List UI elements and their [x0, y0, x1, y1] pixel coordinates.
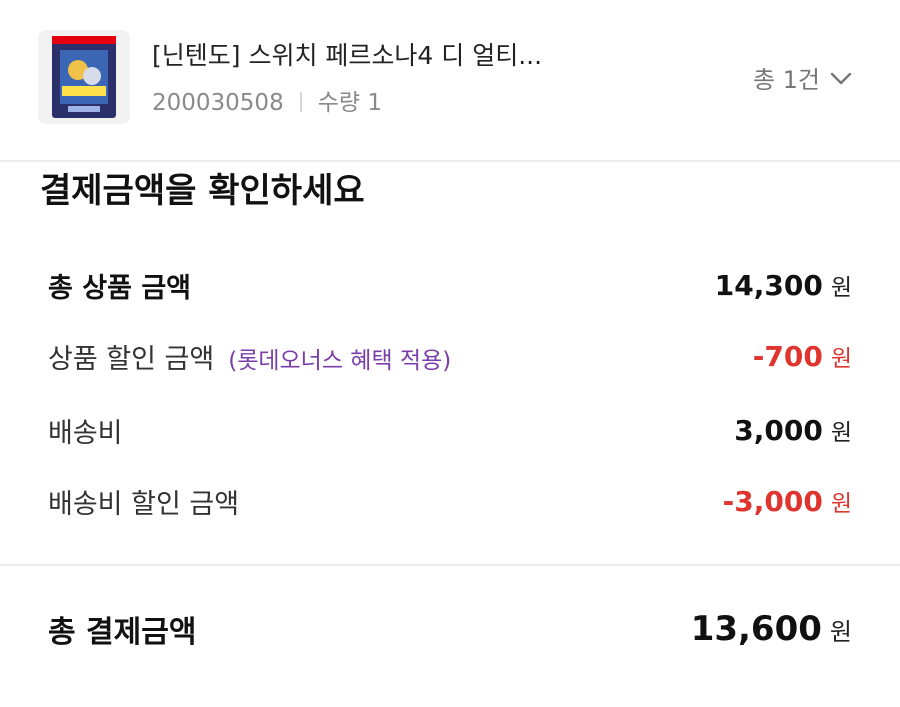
row-total-product-price: 총 상품 금액 14,300 원: [48, 265, 852, 305]
row-label: 배송비 할인 금액: [48, 488, 240, 520]
amount: -700: [752, 340, 823, 373]
product-thumbnail: [38, 30, 130, 124]
currency-unit: 원: [829, 618, 852, 646]
product-meta: 200030508 수량 1: [152, 86, 382, 120]
final-label: 총 결제금액: [48, 615, 197, 650]
row-shipping-fee: 배송비 3,000 원: [48, 410, 852, 450]
meta-separator: [299, 92, 302, 112]
amount: 3,000: [734, 414, 823, 447]
row-label-text: 상품 할인 금액: [48, 343, 215, 375]
row-value: -700 원: [753, 339, 852, 373]
amount: -3,000: [722, 485, 823, 518]
row-product-discount: 상품 할인 금액 (롯데오너스 혜택 적용) -700 원: [48, 336, 852, 376]
row-label: 배송비: [48, 417, 123, 449]
order-count-label: 총 1건: [752, 66, 820, 94]
section-divider: [0, 564, 900, 566]
order-count-toggle[interactable]: 총 1건: [753, 60, 852, 98]
order-product-summary[interactable]: [닌텐도] 스위치 페르소나4 디 얼티... 200030508 수량 1 총 …: [0, 0, 900, 160]
chevron-down-icon: [830, 60, 852, 96]
row-label: 상품 할인 금액 (롯데오너스 혜택 적용): [48, 337, 451, 376]
row-value: 14,300 원: [715, 268, 852, 302]
discount-note: (롯데오너스 혜택 적용): [228, 347, 452, 374]
row-shipping-discount: 배송비 할인 금액 -3,000 원: [48, 481, 852, 521]
section-divider: [0, 160, 900, 162]
final-amount: 13,600: [690, 609, 822, 649]
row-value: -3,000 원: [723, 484, 852, 518]
currency-unit: 원: [830, 346, 852, 372]
currency-unit: 원: [830, 275, 852, 301]
row-label: 총 상품 금액: [48, 272, 191, 304]
payment-heading: 결제금액을 확인하세요: [40, 171, 365, 211]
amount: 14,300: [714, 269, 823, 302]
currency-unit: 원: [830, 491, 852, 517]
product-code: 200030508: [152, 90, 284, 116]
product-quantity: 수량 1: [317, 90, 382, 116]
row-final-payment: 총 결제금액 13,600 원: [48, 606, 852, 652]
row-value: 3,000 원: [734, 413, 852, 447]
currency-unit: 원: [830, 420, 852, 446]
final-value: 13,600 원: [691, 609, 852, 649]
product-name: [닌텐도] 스위치 페르소나4 디 얼티...: [152, 41, 543, 70]
